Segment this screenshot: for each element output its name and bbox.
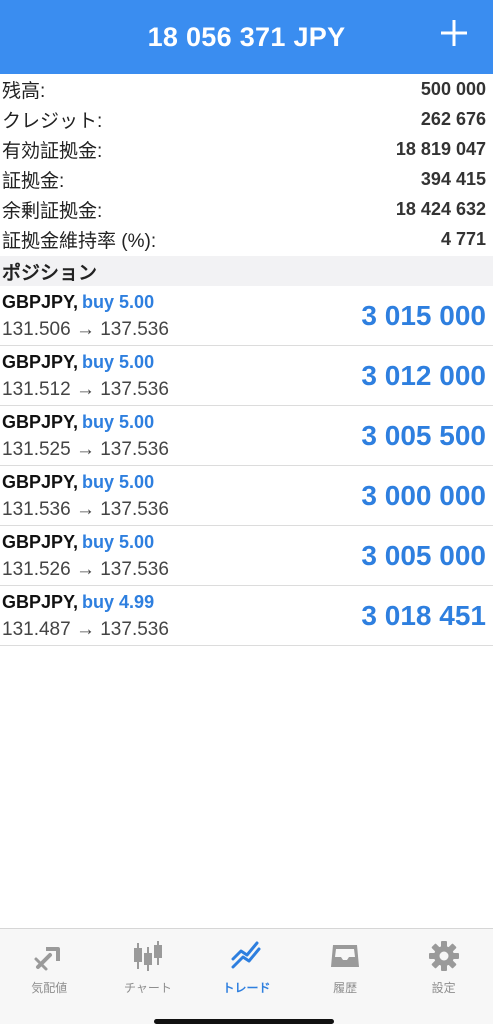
position-side: buy 4.99 <box>82 592 155 612</box>
summary-row-free-margin: 余剰証拠金: 18 424 632 <box>0 194 493 224</box>
position-symbol: GBPJPY, <box>2 592 79 612</box>
summary-value: 262 676 <box>420 108 486 129</box>
summary-value: 394 415 <box>420 168 486 189</box>
gear-icon <box>428 941 459 971</box>
position-symbol: GBPJPY, <box>2 292 79 312</box>
tab-trade[interactable]: トレード <box>197 929 296 1024</box>
position-symbol-line: GBPJPY, buy 5.00 <box>2 352 154 373</box>
position-side: buy 5.00 <box>82 292 155 312</box>
position-profit: 3 005 500 <box>361 420 486 451</box>
position-row[interactable]: GBPJPY, buy 5.00 131.536 → 137.536 3 000 … <box>0 466 493 526</box>
summary-label: 有効証拠金: <box>2 140 103 162</box>
tab-label: 気配値 <box>31 981 68 995</box>
position-profit: 3 012 000 <box>361 360 486 391</box>
balance-title: 18 056 371 JPY <box>147 21 346 52</box>
tab-label: トレード <box>222 981 271 995</box>
position-symbol: GBPJPY, <box>2 352 79 372</box>
position-row[interactable]: GBPJPY, buy 5.00 131.506 → 137.536 3 015 … <box>0 286 493 346</box>
position-row[interactable]: GBPJPY, buy 5.00 131.525 → 137.536 3 005 … <box>0 406 493 466</box>
summary-value: 18 424 632 <box>395 198 486 219</box>
plus-icon[interactable] <box>439 18 469 48</box>
home-indicator[interactable] <box>154 1019 334 1024</box>
tab-label: 設定 <box>431 981 456 995</box>
account-summary: 残高: 500 000 クレジット: 262 676 有効証拠金: 18 819… <box>0 74 493 254</box>
history-inbox-icon <box>331 945 360 967</box>
position-symbol-line: GBPJPY, buy 5.00 <box>2 412 154 433</box>
trade-icon <box>231 941 261 969</box>
position-symbol-line: GBPJPY, buy 5.00 <box>2 532 154 553</box>
summary-value: 18 819 047 <box>395 138 486 159</box>
header-bar: 18 056 371 JPY <box>0 0 493 74</box>
position-symbol-line: GBPJPY, buy 4.99 <box>2 592 154 613</box>
tab-label: 履歴 <box>333 981 358 995</box>
position-prices: 131.487 → 137.536 <box>2 619 169 640</box>
tab-history[interactable]: 履歴 <box>296 929 395 1024</box>
summary-row-balance: 残高: 500 000 <box>0 74 493 104</box>
quotes-icon <box>34 947 61 971</box>
position-symbol-line: GBPJPY, buy 5.00 <box>2 292 154 313</box>
positions-list: GBPJPY, buy 5.00 131.506 → 137.536 3 015 … <box>0 286 493 646</box>
tab-chart[interactable]: チャート <box>99 929 198 1024</box>
position-symbol: GBPJPY, <box>2 412 79 432</box>
position-row[interactable]: GBPJPY, buy 5.00 131.512 → 137.536 3 012 … <box>0 346 493 406</box>
position-symbol: GBPJPY, <box>2 472 79 492</box>
summary-label: 証拠金維持率 (%): <box>2 230 157 252</box>
tab-label: チャート <box>123 981 172 995</box>
bottom-tab-bar: 気配値 チャート トレード 履歴 設定 <box>0 928 493 1024</box>
position-profit: 3 005 000 <box>361 540 486 571</box>
summary-value: 500 000 <box>420 78 486 99</box>
position-side: buy 5.00 <box>82 412 155 432</box>
summary-row-credit: クレジット: 262 676 <box>0 104 493 134</box>
position-side: buy 5.00 <box>82 472 155 492</box>
position-prices: 131.506 → 137.536 <box>2 319 169 340</box>
tab-settings[interactable]: 設定 <box>394 929 493 1024</box>
position-profit: 3 015 000 <box>361 300 486 331</box>
summary-label: 残高: <box>2 80 46 102</box>
summary-label: 余剰証拠金: <box>2 200 103 222</box>
summary-row-margin-level: 証拠金維持率 (%): 4 771 <box>0 224 493 254</box>
position-prices: 131.536 → 137.536 <box>2 499 169 520</box>
position-profit: 3 000 000 <box>361 480 486 511</box>
position-row[interactable]: GBPJPY, buy 5.00 131.526 → 137.536 3 005 … <box>0 526 493 586</box>
position-symbol-line: GBPJPY, buy 5.00 <box>2 472 154 493</box>
summary-label: クレジット: <box>2 110 103 132</box>
position-row[interactable]: GBPJPY, buy 4.99 131.487 → 137.536 3 018 … <box>0 586 493 646</box>
positions-section-header: ポジション <box>0 256 493 286</box>
tab-quotes[interactable]: 気配値 <box>0 929 99 1024</box>
summary-row-equity: 有効証拠金: 18 819 047 <box>0 134 493 164</box>
position-prices: 131.512 → 137.536 <box>2 379 169 400</box>
position-profit: 3 018 451 <box>361 600 486 631</box>
position-side: buy 5.00 <box>82 352 155 372</box>
summary-label: 証拠金: <box>2 170 65 192</box>
position-side: buy 5.00 <box>82 532 155 552</box>
position-symbol: GBPJPY, <box>2 532 79 552</box>
summary-row-margin: 証拠金: 394 415 <box>0 164 493 194</box>
position-prices: 131.526 → 137.536 <box>2 559 169 580</box>
candlestick-chart-icon <box>133 941 162 971</box>
position-prices: 131.525 → 137.536 <box>2 439 169 460</box>
summary-value: 4 771 <box>440 228 486 249</box>
